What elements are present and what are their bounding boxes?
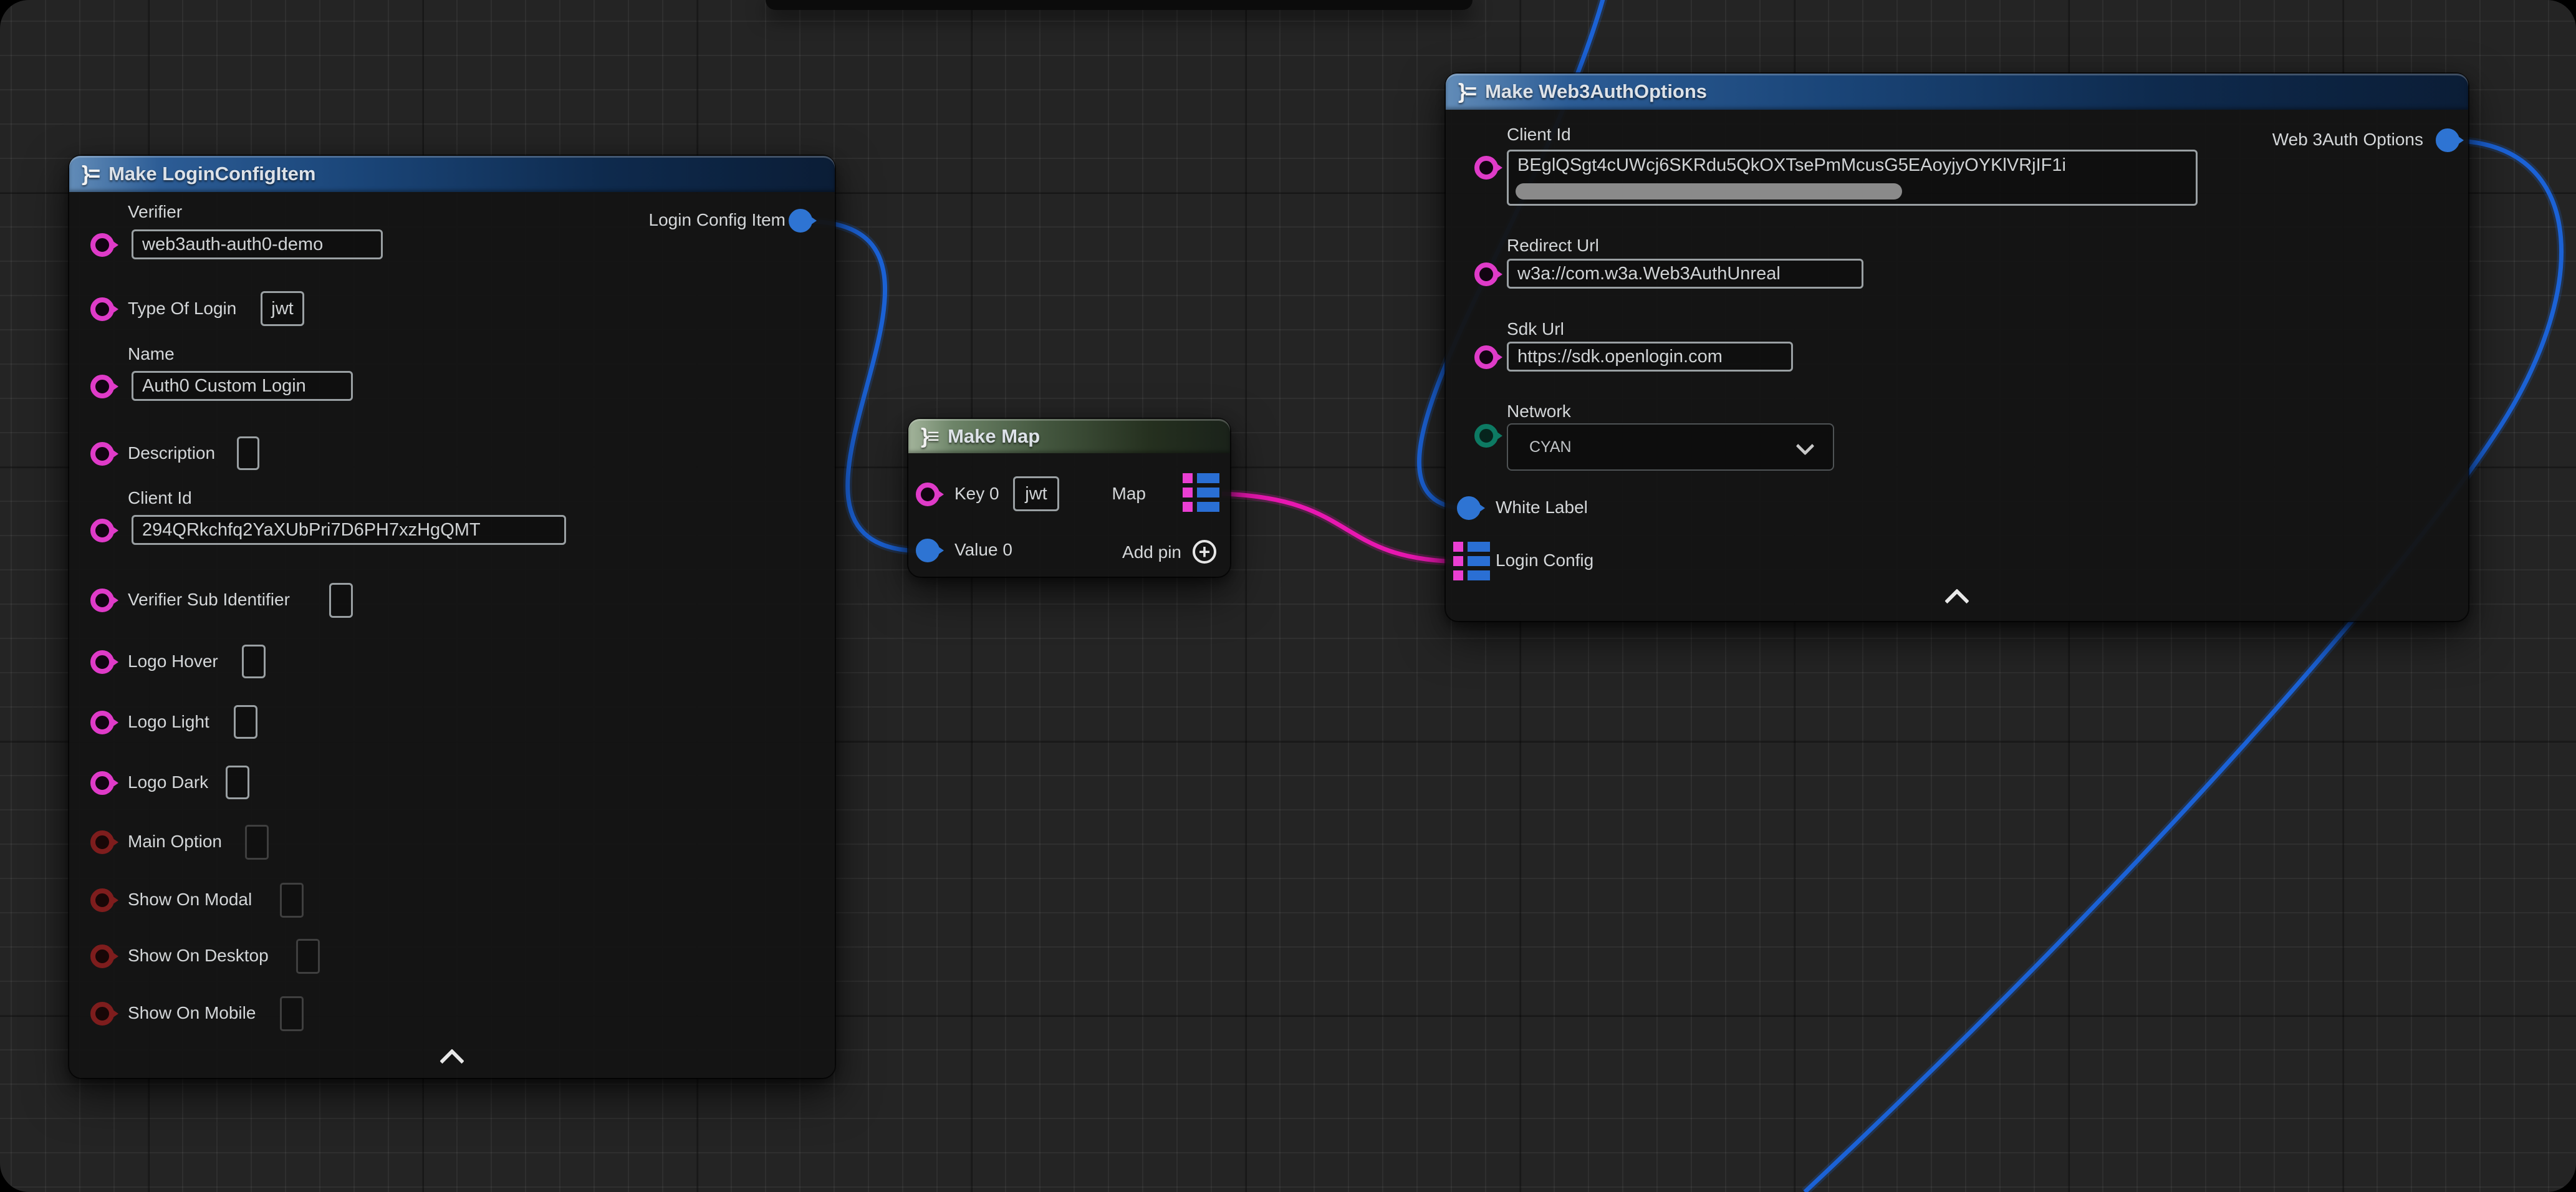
show-on-mobile-pin[interactable] [90, 1002, 114, 1026]
pin-label-value0: Value 0 [954, 539, 1012, 561]
pin-label-client-id: Client Id [128, 487, 192, 509]
node-make-map[interactable]: }≡ Make Map Key 0 jwt Map Value 0 Add pi… [908, 419, 1230, 577]
wire-map-to-login-config[interactable] [1222, 494, 1459, 562]
client-id-pin[interactable] [1474, 156, 1498, 180]
key0-input[interactable]: jwt [1013, 476, 1059, 511]
show-on-mobile-checkbox[interactable] [280, 996, 304, 1031]
sdk-url-pin[interactable] [1474, 345, 1498, 369]
show-on-modal-checkbox[interactable] [280, 883, 304, 918]
offscreen-node-bottom-edge[interactable] [766, 0, 1473, 10]
redirect-url-input[interactable]: w3a://com.w3a.Web3AuthUnreal [1507, 259, 1863, 289]
pin-label-show-on-modal: Show On Modal [128, 888, 252, 911]
pin-label-redirect-url: Redirect Url [1507, 234, 1599, 257]
key0-pin[interactable] [916, 483, 940, 506]
pin-label-client-id: Client Id [1507, 123, 1571, 146]
node-make-loginconfigitem[interactable]: }= Make LoginConfigItem Login Config Ite… [69, 156, 835, 1078]
add-pin-button[interactable] [1193, 540, 1216, 564]
network-dropdown[interactable]: CYAN [1507, 423, 1834, 471]
node-make-web3authoptions[interactable]: }= Make Web3AuthOptions Web 3Auth Option… [1446, 74, 2468, 621]
client-id-scrollbar[interactable] [1516, 183, 1902, 199]
output-pin-label: Web 3Auth Options [2272, 128, 2423, 151]
logo-dark-pin[interactable] [90, 771, 114, 795]
name-pin[interactable] [90, 375, 114, 398]
client-id-pin[interactable] [90, 519, 114, 542]
pin-label-network: Network [1507, 400, 1571, 423]
show-on-modal-pin[interactable] [90, 888, 114, 912]
add-pin-label: Add pin [1122, 541, 1181, 564]
chevron-down-icon [1796, 437, 1815, 456]
pin-label-key0: Key 0 [954, 483, 999, 505]
pin-label-logo-hover: Logo Hover [128, 650, 218, 673]
name-input[interactable]: Auth0 Custom Login [132, 371, 353, 401]
make-map-icon: }≡ [921, 426, 938, 447]
login-config-pin[interactable] [1453, 542, 1490, 580]
logo-light-pin[interactable] [90, 711, 114, 734]
sdk-url-input[interactable]: https://sdk.openlogin.com [1507, 342, 1793, 372]
pin-label-show-on-desktop: Show On Desktop [128, 944, 269, 967]
web3auth-options-output-pin[interactable] [2436, 128, 2459, 152]
pin-label-login-config: Login Config [1496, 549, 1593, 572]
pin-label-white-label: White Label [1496, 496, 1588, 519]
pin-label-verifier: Verifier [128, 201, 182, 223]
collapse-node-button[interactable] [1944, 589, 1969, 613]
logo-light-input[interactable] [234, 705, 257, 739]
pin-label-verifier-sub-identifier: Verifier Sub Identifier [128, 589, 290, 611]
type-of-login-pin[interactable] [90, 297, 114, 321]
redirect-url-pin[interactable] [1474, 262, 1498, 286]
verifier-sub-identifier-input[interactable] [329, 583, 353, 618]
node-header-make-web3authoptions[interactable]: }= Make Web3AuthOptions [1446, 74, 2468, 110]
node-title: Make LoginConfigItem [108, 163, 315, 185]
collapse-node-button[interactable] [440, 1049, 464, 1074]
type-of-login-input[interactable]: jwt [261, 291, 304, 326]
map-output-label: Map [1112, 483, 1146, 505]
verifier-sub-identifier-pin[interactable] [90, 589, 114, 612]
make-struct-icon: }= [82, 163, 99, 185]
pin-label-description: Description [128, 442, 215, 464]
pin-label-name: Name [128, 343, 175, 365]
description-input[interactable] [237, 436, 259, 470]
login-config-item-output-pin[interactable] [789, 209, 812, 233]
network-pin[interactable] [1474, 424, 1498, 448]
blueprint-graph-canvas[interactable]: }= Make LoginConfigItem Login Config Ite… [0, 0, 2576, 1192]
verifier-input[interactable]: web3auth-auth0-demo [132, 229, 383, 259]
logo-hover-input[interactable] [242, 645, 266, 678]
pin-label-logo-light: Logo Light [128, 711, 209, 733]
logo-dark-input[interactable] [226, 766, 249, 799]
show-on-desktop-checkbox[interactable] [296, 939, 320, 974]
pin-label-sdk-url: Sdk Url [1507, 318, 1564, 340]
client-id-input[interactable]: 294QRkchfq2YaXUbPri7D6PH7xzHgQMT [132, 515, 566, 545]
logo-hover-pin[interactable] [90, 650, 114, 674]
pin-label-show-on-mobile: Show On Mobile [128, 1002, 256, 1024]
pin-label-logo-dark: Logo Dark [128, 771, 208, 794]
white-label-pin[interactable] [1457, 496, 1481, 520]
output-pin-label: Login Config Item [649, 209, 786, 231]
make-struct-icon: }= [1458, 81, 1475, 102]
node-header-make-map[interactable]: }≡ Make Map [908, 419, 1230, 453]
pin-label-main-option: Main Option [128, 830, 222, 853]
network-selected-value: CYAN [1529, 438, 1572, 456]
description-pin[interactable] [90, 442, 114, 466]
node-header-make-loginconfigitem[interactable]: }= Make LoginConfigItem [69, 156, 835, 192]
value0-pin[interactable] [916, 539, 940, 562]
node-title: Make Web3AuthOptions [1485, 80, 1707, 103]
pin-label-type-of-login: Type Of Login [128, 297, 236, 320]
show-on-desktop-pin[interactable] [90, 944, 114, 968]
main-option-checkbox[interactable] [245, 825, 269, 860]
map-output-pin[interactable] [1183, 473, 1219, 512]
main-option-pin[interactable] [90, 830, 114, 854]
node-title: Make Map [948, 425, 1040, 448]
verifier-pin[interactable] [90, 233, 114, 257]
